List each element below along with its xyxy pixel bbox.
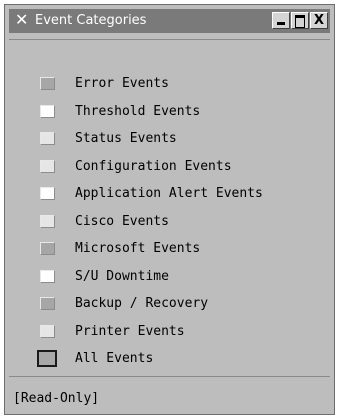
category-checkbox[interactable] (40, 104, 55, 118)
category-row[interactable]: Microsoft Events (40, 235, 263, 263)
window-title: Event Categories (35, 13, 147, 28)
category-label: Printer Events (75, 323, 185, 339)
category-row[interactable]: S/U Downtime (40, 263, 263, 291)
category-checkbox[interactable] (40, 297, 55, 311)
category-label: Cisco Events (75, 213, 169, 229)
category-row[interactable]: Cisco Events (40, 208, 263, 236)
category-row[interactable]: Status Events (40, 125, 263, 153)
category-label: Application Alert Events (75, 186, 263, 202)
close-icon: X (313, 13, 325, 28)
category-label: Threshold Events (75, 103, 201, 119)
category-label: Configuration Events (75, 158, 232, 174)
category-label: Error Events (75, 76, 169, 92)
x-window-icon[interactable]: ✕ (15, 12, 31, 28)
category-checkbox[interactable] (40, 77, 55, 91)
maximize-icon (292, 13, 308, 28)
category-checkbox[interactable] (40, 214, 55, 228)
category-checkbox[interactable] (40, 324, 55, 338)
category-checkbox[interactable] (40, 132, 55, 146)
category-row[interactable]: Threshold Events (40, 98, 263, 126)
maximize-button[interactable] (291, 12, 309, 29)
category-label: S/U Downtime (75, 268, 169, 284)
category-checkbox[interactable] (40, 187, 55, 201)
category-checkbox[interactable] (40, 242, 55, 256)
category-checkbox[interactable] (40, 159, 55, 173)
all-events-row[interactable]: All Events (37, 345, 263, 373)
category-row[interactable]: Configuration Events (40, 153, 263, 181)
category-checkbox[interactable] (40, 269, 55, 283)
categories-panel: Error Events Threshold Events Status Event… (9, 39, 330, 377)
category-label: Status Events (75, 131, 177, 147)
minimize-icon (273, 13, 289, 28)
status-text: [Read-Only] (13, 391, 100, 406)
window-controls: X (272, 12, 328, 30)
category-list: Error Events Threshold Events Status Event… (37, 70, 263, 373)
category-row[interactable]: Printer Events (40, 318, 263, 346)
category-row[interactable]: Backup / Recovery (40, 290, 263, 318)
minimize-button[interactable] (272, 12, 290, 29)
all-events-checkbox[interactable] (37, 350, 57, 368)
category-row[interactable]: Error Events (40, 70, 263, 98)
category-label: Backup / Recovery (75, 296, 209, 312)
title-bar[interactable]: ✕ Event Categories X (9, 9, 330, 33)
close-button[interactable]: X (310, 12, 328, 29)
category-row[interactable]: Application Alert Events (40, 180, 263, 208)
event-categories-window: ✕ Event Categories X Error Events Thresho… (4, 4, 335, 415)
category-label: Microsoft Events (75, 241, 201, 257)
all-events-label: All Events (75, 351, 154, 367)
